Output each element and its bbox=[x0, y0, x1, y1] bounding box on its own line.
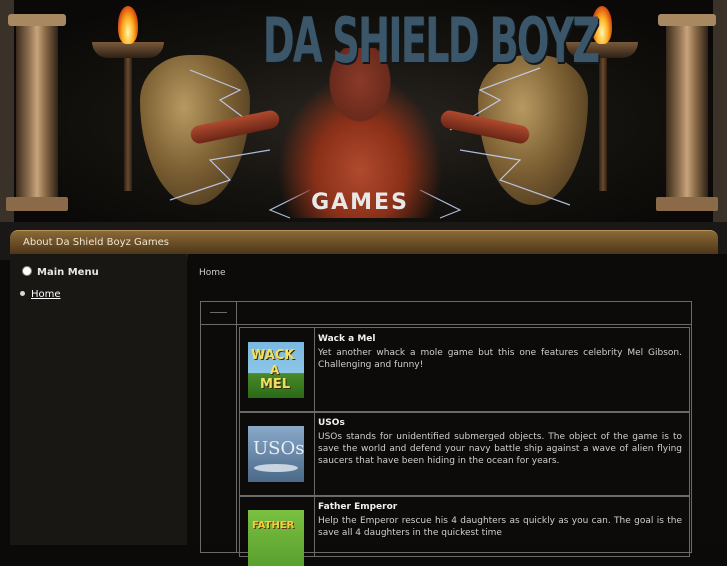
father-emperor-thumbnail[interactable]: FATHER bbox=[248, 510, 304, 566]
brazier-stem-right bbox=[599, 56, 607, 191]
table-divider bbox=[236, 302, 237, 552]
main-menu-title: Main Menu bbox=[37, 267, 99, 278]
game-info: Wack a Mel Yet another whack a mole game… bbox=[318, 334, 682, 371]
pillar-right bbox=[656, 14, 718, 211]
bullet-icon bbox=[20, 291, 25, 296]
game-info: USOs USOs stands for unidentified submer… bbox=[318, 418, 682, 467]
game-row-wack-a-mel: WACK A MEL Wack a Mel Yet another whack … bbox=[239, 327, 690, 413]
thumb-text: MEL bbox=[260, 377, 291, 392]
site-banner: DA SHIELD BOYZ GAMES bbox=[0, 0, 727, 222]
game-title[interactable]: Father Emperor bbox=[318, 502, 682, 512]
bullet-circle-icon bbox=[22, 266, 32, 276]
banner-subtitle: GAMES bbox=[311, 190, 409, 215]
nav-link-about[interactable]: About Da Shield Boyz Games bbox=[23, 237, 169, 248]
banner-rock-left bbox=[0, 0, 14, 222]
table-header-dash bbox=[210, 312, 227, 313]
usos-thumbnail[interactable]: USOs bbox=[248, 426, 305, 482]
game-thumb-cell: USOs bbox=[240, 412, 315, 496]
game-title[interactable]: USOs bbox=[318, 418, 682, 428]
submarine-icon bbox=[254, 464, 298, 472]
wack-a-mel-thumbnail[interactable]: WACK A MEL bbox=[248, 342, 304, 398]
brazier-stem-left bbox=[124, 56, 132, 191]
thumb-text: USOs bbox=[253, 438, 305, 459]
pillar-left bbox=[6, 14, 68, 211]
thumb-text: FATHER bbox=[252, 520, 295, 531]
main-menu-heading: Main Menu bbox=[22, 266, 99, 278]
game-row-father-emperor: FATHER Father Emperor Help the Emperor r… bbox=[239, 495, 690, 566]
thumb-text: A bbox=[270, 363, 280, 377]
sidebar: Main Menu Home bbox=[10, 254, 187, 545]
banner-title: DA SHIELD BOYZ bbox=[262, 4, 600, 77]
brazier-left bbox=[92, 42, 164, 58]
game-description: Help the Emperor rescue his 4 daughters … bbox=[318, 516, 682, 538]
top-nav-bar: About Da Shield Boyz Games bbox=[10, 230, 718, 255]
sidebar-home-link[interactable]: Home bbox=[31, 289, 61, 300]
game-row-usos: USOs USOs USOs stands for unidentified s… bbox=[239, 411, 690, 497]
main-content: Home WACK A MEL Wack a Mel Yet another w… bbox=[188, 254, 727, 566]
game-description: Yet another whack a mole game but this o… bbox=[318, 348, 682, 370]
game-thumb-cell: WACK A MEL bbox=[240, 328, 315, 412]
sidebar-item-home: Home bbox=[20, 289, 61, 300]
games-table-header bbox=[201, 302, 691, 325]
breadcrumb: Home bbox=[199, 268, 226, 278]
flame-left-icon bbox=[118, 6, 138, 44]
banner-rock-right bbox=[713, 0, 727, 222]
game-info: Father Emperor Help the Emperor rescue h… bbox=[318, 502, 682, 539]
thumb-text: WACK bbox=[251, 348, 295, 363]
game-description: USOs stands for unidentified submerged o… bbox=[318, 432, 682, 466]
game-title[interactable]: Wack a Mel bbox=[318, 334, 682, 344]
game-thumb-cell: FATHER bbox=[240, 496, 315, 566]
